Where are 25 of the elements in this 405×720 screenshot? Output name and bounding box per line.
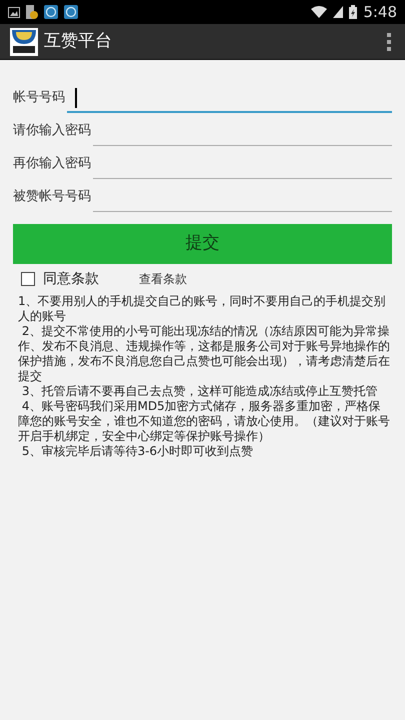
field-label: 被赞帐号号码	[13, 188, 91, 206]
clock: 5:48	[363, 2, 397, 23]
logo-icon	[10, 28, 38, 56]
note-text: 2、提交不常使用的小号可能出现冻结的情况（冻结原因可能为异常操作、发布不良消息、违规操作等，这都是服务公司对于账号异地操作的保护措施，发布不良消息您自己点赞也可能会出现），请考虑清楚后在提交	[18, 324, 391, 384]
submit-button[interactable]: 提交	[13, 224, 392, 264]
note-text: 3、托管后请不要再自己去点赞，这样可能造成冻结或停止互赞托管	[20, 384, 378, 399]
note-text: 5、审核完毕后请等待3-6小时即可收到点赞	[20, 444, 254, 459]
input-field[interactable]	[67, 85, 392, 113]
signal-icon	[333, 6, 344, 18]
menu-icon[interactable]	[387, 32, 391, 50]
app-icon	[44, 5, 58, 19]
field-label: 请你输入密码	[13, 122, 91, 140]
app-title: 互赞平台	[44, 30, 112, 53]
note-text: 1、不要用别人的手机提交自己的账号，同时不要用自己的手机提交别人的账号	[18, 294, 387, 324]
checkbox[interactable]	[21, 272, 35, 286]
battery-icon	[349, 5, 358, 19]
field-label: 帐号号码	[13, 88, 65, 106]
view-terms-link[interactable]: 查看条款	[139, 270, 187, 288]
field-label: 再你输入密码	[13, 154, 91, 172]
note-text: 4、账号密码我们采用MD5加密方式储存，服务器多重加密，严格保障您的账号安全，谁也不知道您的密码，请放心使用。（建议对于账号开启手机绑定，安全中心绑定等保护账号操作）	[18, 399, 391, 444]
image-icon	[8, 6, 20, 18]
app-icon	[64, 5, 78, 19]
wifi-icon	[311, 6, 328, 18]
file-icon	[26, 5, 38, 19]
agree-label: 同意条款	[43, 270, 99, 288]
